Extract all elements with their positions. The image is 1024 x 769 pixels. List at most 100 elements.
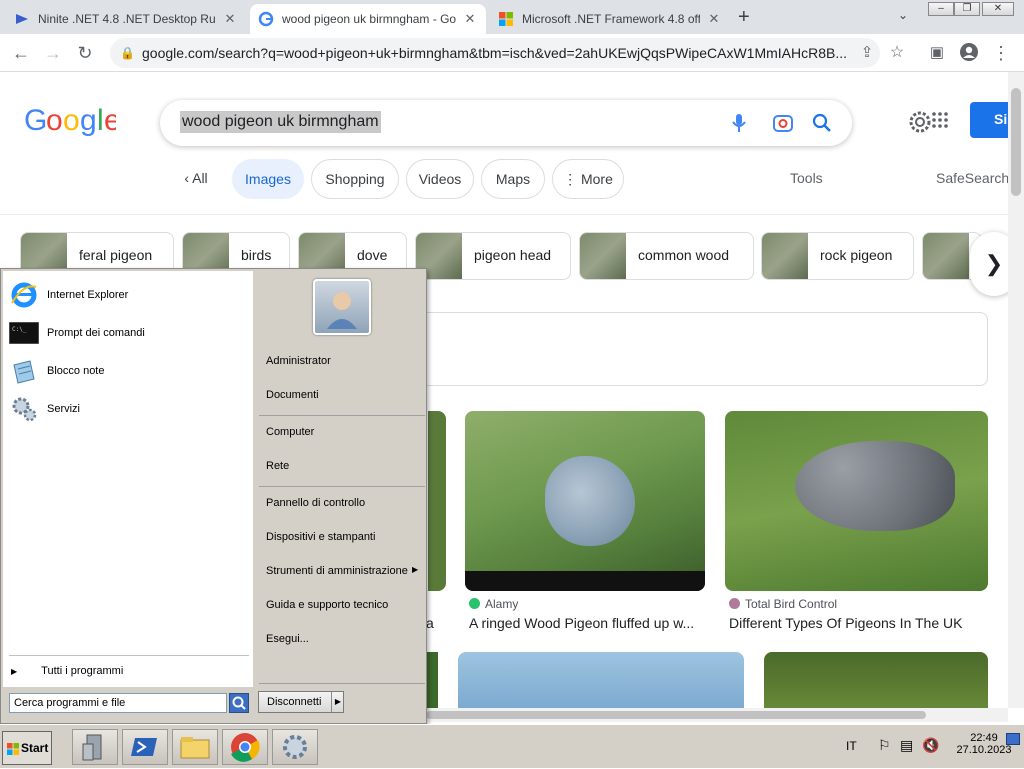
filter-shopping[interactable]: Shopping	[311, 159, 399, 199]
volume-muted-icon[interactable]: 🔇	[922, 737, 939, 754]
result-caption[interactable]: Different Types Of Pigeons In The UK	[729, 615, 989, 631]
tab-search-chevron-icon[interactable]: ⌄	[898, 8, 908, 22]
start-menu-separator	[259, 415, 425, 416]
filter-videos[interactable]: Videos	[406, 159, 474, 199]
new-tab-icon[interactable]: +	[738, 6, 750, 29]
start-button[interactable]: Start	[2, 731, 52, 765]
share-icon[interactable]: ⇪	[856, 42, 878, 64]
address-toolbar: ← → ↻ 🔒 google.com/search?q=wood+pigeon+…	[0, 34, 1024, 72]
scroll-thumb[interactable]	[426, 711, 926, 719]
minimize-button[interactable]: –	[928, 2, 954, 16]
tools-button[interactable]: Tools	[790, 170, 823, 186]
server-manager-icon[interactable]	[72, 729, 118, 765]
chevron-right-icon[interactable]: ❯	[970, 232, 1008, 296]
search-icon[interactable]	[811, 112, 833, 134]
tab-title: Ninite .NET 4.8 .NET Desktop Runti	[38, 12, 216, 26]
safesearch-button[interactable]: SafeSearch	[936, 170, 1008, 186]
close-window-button[interactable]: ✕	[982, 2, 1014, 16]
maximize-button[interactable]: ❐	[954, 2, 980, 16]
forward-arrow-icon[interactable]: →	[42, 42, 64, 64]
start-item-label: Servizi	[47, 403, 81, 415]
svg-text:G: G	[24, 104, 46, 136]
start-link-help[interactable]: Guida e supporto tecnico	[266, 599, 388, 611]
result-caption[interactable]: a	[426, 615, 434, 631]
image-watermark-bar	[465, 571, 705, 591]
result-caption[interactable]: A ringed Wood Pigeon fluffed up w...	[469, 615, 705, 631]
sign-in-button[interactable]: Si	[970, 102, 1008, 138]
related-label: feral pigeon	[79, 247, 153, 263]
lens-camera-icon[interactable]	[772, 112, 794, 134]
start-link-network[interactable]: Rete	[266, 460, 289, 472]
search-input[interactable]: wood pigeon uk birmngham	[180, 111, 381, 133]
image-result-partial[interactable]	[428, 411, 446, 591]
start-item-command-prompt[interactable]: C:\_ Prompt dei comandi	[9, 317, 145, 349]
source-name: Total Bird Control	[745, 597, 838, 611]
result-source[interactable]: Total Bird Control	[729, 597, 837, 611]
filter-maps[interactable]: Maps	[481, 159, 545, 199]
apps-grid-icon[interactable]	[932, 112, 948, 128]
horizontal-scrollbar[interactable]	[426, 708, 1008, 722]
start-item-label: Prompt dei comandi	[47, 327, 145, 339]
start-link-admin-tools[interactable]: Strumenti di amministrazione ▶	[266, 565, 418, 577]
start-search-input[interactable]: Cerca programmi e file	[9, 693, 227, 713]
image-result[interactable]	[764, 652, 988, 708]
powershell-icon[interactable]	[122, 729, 168, 765]
related-thumbnail	[580, 233, 626, 279]
bookmark-star-icon[interactable]: ☆	[886, 42, 908, 64]
tab-close-icon[interactable]: ✕	[706, 11, 722, 27]
image-result[interactable]	[458, 652, 744, 708]
shutdown-options-arrow-icon[interactable]: ▶	[330, 692, 341, 712]
tab-google-images[interactable]: wood pigeon uk birmngham - Goog ✕	[250, 4, 486, 34]
vertical-scrollbar[interactable]	[1008, 72, 1024, 708]
chrome-icon[interactable]	[222, 729, 268, 765]
related-chip[interactable]: common wood	[579, 232, 754, 280]
start-link-control-panel[interactable]: Pannello di controllo	[266, 497, 365, 509]
user-avatar[interactable]	[313, 279, 371, 335]
services-taskbar-icon[interactable]	[272, 729, 318, 765]
reload-icon[interactable]: ↻	[74, 42, 96, 64]
related-chip[interactable]: pigeon head	[415, 232, 571, 280]
start-link-documents[interactable]: Documenti	[266, 389, 319, 401]
pigeon-image	[545, 456, 635, 546]
start-menu: Internet Explorer C:\_ Prompt dei comand…	[0, 268, 427, 724]
related-label: rock pigeon	[820, 247, 893, 263]
tab-ninite[interactable]: Ninite .NET 4.8 .NET Desktop Runti ✕	[6, 4, 246, 34]
clock[interactable]: 22:49 27.10.2023	[956, 732, 1012, 756]
start-item-services[interactable]: Servizi	[9, 393, 80, 425]
action-center-flag-icon[interactable]: ⚐	[878, 737, 891, 754]
back-arrow-icon[interactable]: ←	[10, 42, 32, 64]
show-desktop-icon[interactable]	[1006, 733, 1020, 745]
search-box[interactable]: wood pigeon uk birmngham	[160, 100, 852, 146]
filter-images[interactable]: Images	[232, 159, 304, 199]
image-result[interactable]	[725, 411, 988, 591]
related-chip[interactable]: rock pigeon	[761, 232, 914, 280]
language-indicator[interactable]: IT	[846, 739, 857, 753]
start-item-internet-explorer[interactable]: Internet Explorer	[9, 279, 128, 311]
filter-more[interactable]: ⋮ More	[552, 159, 624, 199]
start-link-administrator[interactable]: Administrator	[266, 355, 331, 367]
menu-kebab-icon[interactable]: ⋮	[990, 42, 1012, 64]
tab-microsoft[interactable]: Microsoft .NET Framework 4.8 offlin ✕	[490, 4, 730, 34]
start-link-devices-printers[interactable]: Dispositivi e stampanti	[266, 531, 375, 543]
all-programs-button[interactable]: ▶ Tutti i programmi	[11, 665, 123, 677]
profile-icon[interactable]	[958, 42, 980, 64]
filter-all[interactable]: ‹ All	[172, 159, 220, 199]
settings-gear-icon[interactable]	[908, 110, 932, 134]
shutdown-button[interactable]: Disconnetti ▶	[258, 691, 344, 713]
network-icon[interactable]: ▤	[900, 737, 913, 754]
tab-close-icon[interactable]: ✕	[222, 11, 238, 27]
file-explorer-icon[interactable]	[172, 729, 218, 765]
start-search-icon[interactable]	[229, 693, 249, 713]
google-logo[interactable]: G o o g l e	[24, 104, 121, 144]
start-link-run[interactable]: Esegui...	[266, 633, 309, 645]
microphone-icon[interactable]	[728, 112, 750, 134]
side-panel-icon[interactable]: ▣	[926, 42, 948, 64]
start-item-notepad[interactable]: Blocco note	[9, 355, 104, 387]
image-result[interactable]	[465, 411, 705, 591]
image-result-partial[interactable]	[426, 652, 438, 708]
result-source[interactable]: Alamy	[469, 597, 518, 611]
tab-close-icon[interactable]: ✕	[462, 11, 478, 27]
scroll-thumb[interactable]	[1011, 88, 1021, 196]
start-link-computer[interactable]: Computer	[266, 426, 314, 438]
url-field[interactable]: 🔒 google.com/search?q=wood+pigeon+uk+bir…	[110, 38, 880, 68]
